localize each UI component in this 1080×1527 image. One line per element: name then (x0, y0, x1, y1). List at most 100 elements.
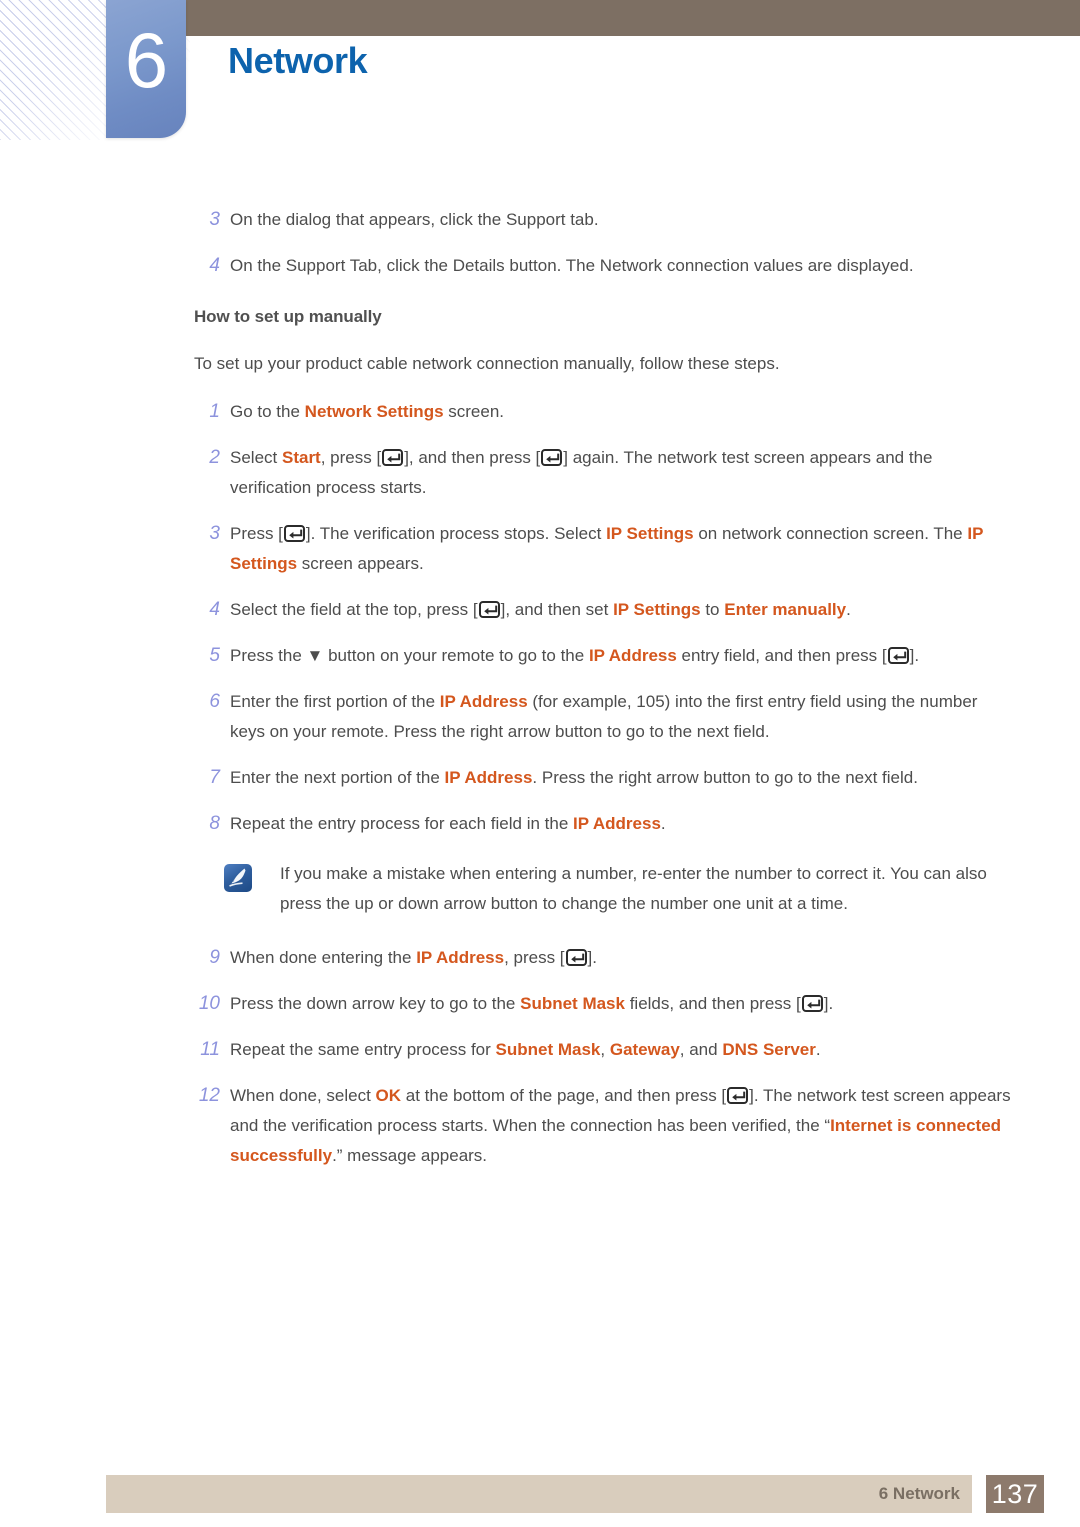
highlight-term: IP Settings (613, 600, 701, 619)
step-text-part: , (600, 1040, 610, 1059)
step-text-part: Repeat the same entry process for (230, 1040, 496, 1059)
step-number: 4 (209, 599, 220, 620)
step-text-part: ]. (823, 994, 834, 1013)
list-item: 11 Repeat the same entry process for Sub… (186, 1035, 1016, 1065)
footer-bar (106, 1475, 972, 1513)
step-text-part: screen. (443, 402, 505, 421)
list-item: 4 On the Support Tab, click the Details … (186, 251, 1016, 281)
step-number: 6 (209, 691, 220, 712)
step-number: 9 (209, 947, 220, 968)
document-body: 3 On the dialog that appears, click the … (186, 205, 1016, 1187)
down-arrow-icon: ▼ (306, 646, 324, 665)
step-text-part: . (815, 1040, 821, 1059)
step-number: 12 (198, 1085, 220, 1106)
step-text-part: , and (679, 1040, 723, 1059)
step-text-part: entry field, and then press [ (676, 646, 887, 665)
step-text-part: on network connection screen. The (693, 524, 968, 543)
step-text: On the dialog that appears, click the Su… (230, 210, 599, 229)
highlight-term: IP Address (444, 768, 533, 787)
highlight-term: Subnet Mask (495, 1040, 601, 1059)
note-callout: If you make a mistake when entering a nu… (216, 859, 1016, 919)
step-text-part: ]. (587, 948, 597, 967)
highlight-term: IP Settings (606, 524, 694, 543)
highlight-term: Enter manually (724, 600, 847, 619)
enter-key-icon (727, 1087, 749, 1104)
step-text-part: screen appears. (297, 554, 424, 573)
step-text-part: Select (230, 448, 282, 467)
step-text-part: . (846, 600, 851, 619)
list-item: 2 Select Start, press [ ], and then press… (186, 443, 1016, 503)
highlight-term: IP Address (439, 692, 528, 711)
list-item: 3 Press []. The verification process sto… (186, 519, 1016, 579)
list-item: 1 Go to the Network Settings screen. (186, 397, 1016, 427)
list-item: 8 Repeat the entry process for each fiel… (186, 809, 1016, 839)
step-text-part: Press the (230, 646, 307, 665)
enter-key-icon (382, 449, 404, 466)
step-text-part: Select the field at the top, press [ (230, 600, 478, 619)
step-text-part: , press [ (320, 448, 382, 467)
list-item: 5 Press the ▼ button on your remote to g… (186, 641, 1016, 671)
step-text-part: ], and then set (500, 600, 614, 619)
step-text-part: button on your remote to go to the (323, 646, 589, 665)
step-number: 3 (209, 209, 220, 230)
header-brown-bar (186, 0, 1080, 36)
list-item: 4 Select the field at the top, press [],… (186, 595, 1016, 625)
step-text: On the Support Tab, click the Details bu… (230, 256, 914, 275)
step-text-part: ], and then press [ (404, 448, 541, 467)
step-number: 3 (209, 523, 220, 544)
enter-key-icon (478, 601, 500, 618)
step-text-part: Enter the next portion of the (230, 768, 445, 787)
step-text-part: When done, select (230, 1086, 376, 1105)
list-item: 10 Press the down arrow key to go to the… (186, 989, 1016, 1019)
list-item: 7 Enter the next portion of the IP Addre… (186, 763, 1016, 793)
step-text-part: .” message appears. (332, 1146, 488, 1165)
step-text-part: . (660, 814, 666, 833)
step-text-part: ]. (909, 646, 920, 665)
list-item: 9 When done entering the IP Address, pre… (186, 943, 1016, 973)
enter-key-icon (283, 525, 305, 542)
highlight-term: Start (281, 448, 321, 467)
note-pencil-icon (224, 864, 252, 892)
intro-paragraph: To set up your product cable network con… (194, 354, 780, 373)
step-text-part: When done entering the (230, 948, 417, 967)
page-number: 137 (986, 1475, 1044, 1513)
highlight-term: Network Settings (304, 402, 444, 421)
highlight-term: Gateway (609, 1040, 680, 1059)
enter-key-icon (541, 449, 563, 466)
chapter-number: 6 (124, 16, 168, 104)
enter-key-icon (801, 995, 823, 1012)
list-item: 12 When done, select OK at the bottom of… (186, 1081, 1016, 1171)
step-number: 2 (209, 447, 220, 468)
step-text-part: . Press the right arrow button to go to … (532, 768, 918, 787)
enter-key-icon (565, 949, 587, 966)
step-text-part: Go to the (230, 402, 305, 421)
highlight-term: DNS Server (722, 1040, 816, 1059)
highlight-term: Subnet Mask (520, 994, 625, 1013)
step-number: 10 (198, 993, 220, 1014)
step-number: 1 (209, 401, 220, 422)
section-subheading: How to set up manually (194, 307, 382, 326)
step-text-part: , press [ (504, 948, 565, 967)
step-text-part: Repeat the entry process for each field … (230, 814, 574, 833)
step-number: 7 (209, 767, 220, 788)
highlight-term: OK (375, 1086, 402, 1105)
footer-chapter-label: 6 Network (878, 1484, 960, 1503)
step-number: 11 (200, 1039, 220, 1060)
step-text-part: Enter the first portion of the (230, 692, 440, 711)
step-number: 5 (209, 645, 220, 666)
list-item: 6 Enter the first portion of the IP Addr… (186, 687, 1016, 747)
step-number: 4 (209, 255, 220, 276)
step-number: 8 (209, 813, 220, 834)
step-text-part: fields, and then press [ (624, 994, 801, 1013)
step-text-part: to (700, 600, 725, 619)
step-text-part: Press [ (230, 524, 283, 543)
highlight-term: IP Address (573, 814, 661, 833)
note-text: If you make a mistake when entering a nu… (280, 864, 987, 913)
list-item: 3 On the dialog that appears, click the … (186, 205, 1016, 235)
step-text-part: Press the down arrow key to go to the (230, 994, 521, 1013)
enter-key-icon (887, 647, 909, 664)
step-text-part: at the bottom of the page, and then pres… (401, 1086, 727, 1105)
highlight-term: IP Address (588, 646, 677, 665)
highlight-term: IP Address (416, 948, 505, 967)
page-title: Network (228, 40, 368, 81)
